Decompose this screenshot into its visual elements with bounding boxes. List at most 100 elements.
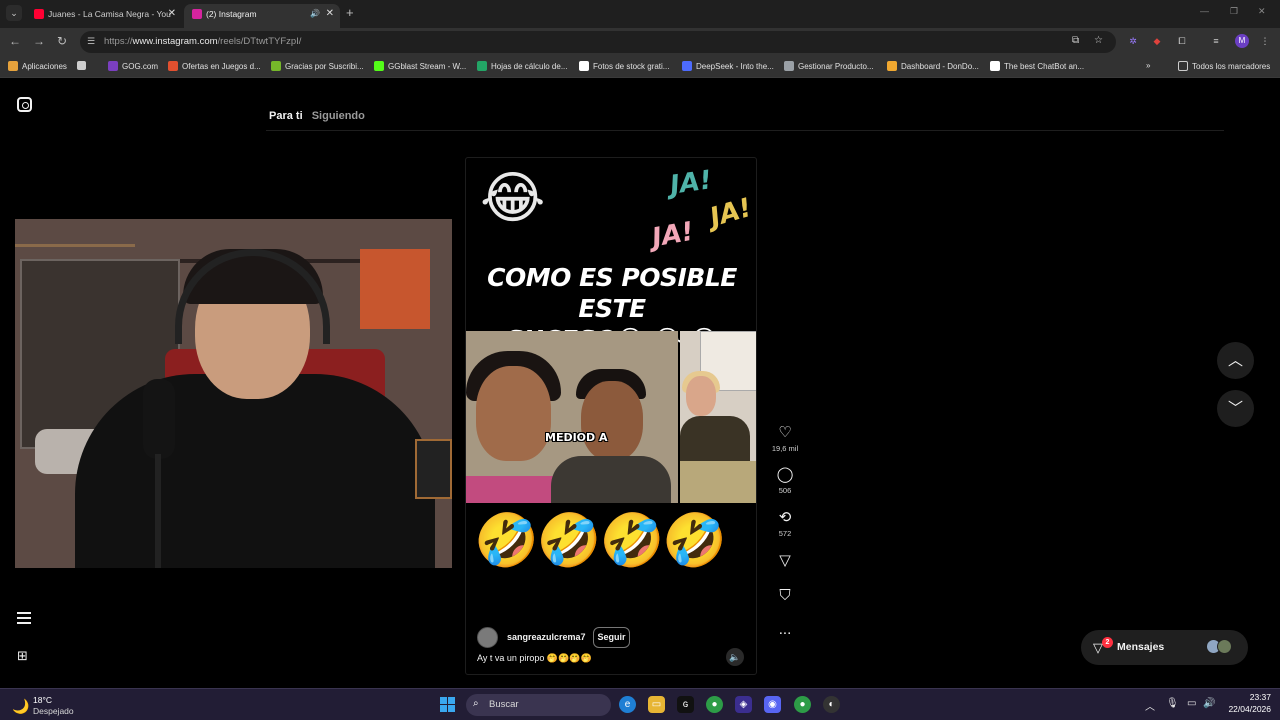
- previous-reel-button[interactable]: ︿: [1217, 342, 1254, 379]
- minimize-icon[interactable]: —: [1200, 6, 1209, 16]
- menu-kebab-icon[interactable]: ⋮: [1259, 35, 1271, 47]
- taskbar: 🌙 18°C Despejado ⌕ Buscar e ▭ ɢ ● ◈ ◉ ● …: [0, 688, 1280, 720]
- shelf: [15, 244, 135, 247]
- install-app-icon[interactable]: ⧉: [1072, 35, 1079, 46]
- obs-icon[interactable]: ◐: [823, 696, 840, 713]
- clock[interactable]: 23:37 22/04/2026: [1225, 692, 1271, 714]
- ja-word: JA!: [649, 216, 696, 254]
- also-from-meta-icon[interactable]: ⊞: [17, 648, 32, 663]
- messages-label: Mensajes: [1117, 641, 1165, 653]
- unread-badge: 2: [1102, 637, 1113, 648]
- bookmark-apps[interactable]: Aplicaciones: [8, 61, 67, 71]
- extensions-puzzle-icon[interactable]: ⧠: [1176, 35, 1188, 47]
- instagram-logo-icon[interactable]: [17, 97, 32, 112]
- address-bar[interactable]: ☰ https://www.instagram.com/reels/DTtwtT…: [80, 31, 1116, 53]
- repost-button[interactable]: ⟲ 572: [768, 509, 802, 538]
- divider: [266, 130, 1224, 131]
- discord-icon[interactable]: ◉: [764, 696, 781, 713]
- profile-avatar[interactable]: M: [1235, 34, 1249, 48]
- start-windows-icon[interactable]: [440, 697, 455, 712]
- edge-icon[interactable]: e: [619, 696, 636, 713]
- show-hidden-icons[interactable]: ︿: [1145, 698, 1155, 713]
- mute-icon[interactable]: 🔈: [726, 648, 744, 666]
- chatbot-icon: [990, 61, 1000, 71]
- bookmark-item[interactable]: GOG.com: [108, 61, 158, 71]
- file-explorer-icon[interactable]: ▭: [648, 696, 665, 713]
- bookmark-item[interactable]: Dashboard - DonDo...: [887, 61, 979, 71]
- bookmark-item[interactable]: Gestionar Producto...: [784, 61, 874, 71]
- back-icon[interactable]: ←: [9, 34, 21, 48]
- offers-icon: [168, 61, 178, 71]
- volume-icon[interactable]: 🔊: [1203, 698, 1215, 709]
- comment-icon: ◯: [776, 466, 794, 483]
- date: 22/04/2026: [1228, 704, 1271, 714]
- search-placeholder: Buscar: [489, 699, 519, 710]
- bookmark-item[interactable]: Ofertas en Juegos d...: [168, 61, 261, 71]
- comment-count: 506: [778, 486, 792, 495]
- tab-for-you[interactable]: Para ti: [269, 110, 303, 122]
- close-tab-icon[interactable]: ✕: [326, 4, 334, 24]
- toolbar: ← → ↻ ☰ https://www.instagram.com/reels/…: [0, 28, 1280, 56]
- chrome-icon[interactable]: ●: [706, 696, 723, 713]
- ja-word: JA!: [668, 165, 714, 201]
- boy-face: [581, 381, 643, 461]
- maximize-icon[interactable]: ❐: [1230, 6, 1238, 17]
- author-avatar[interactable]: [477, 627, 498, 648]
- forward-icon[interactable]: →: [33, 34, 45, 48]
- reel-description[interactable]: Ay t va un piropo 🤭🤭🤭🤭: [477, 653, 592, 664]
- apps-grid-icon: [8, 61, 18, 71]
- speaker-icon[interactable]: 🔊: [310, 4, 320, 24]
- like-button[interactable]: ♡ 19,6 mil: [768, 424, 802, 453]
- tab-instagram[interactable]: (2) Instagram 🔊 ✕: [184, 4, 340, 28]
- app-icon[interactable]: ◈: [735, 696, 752, 713]
- next-reel-button[interactable]: ﹀: [1217, 390, 1254, 427]
- site-info-icon[interactable]: ☰: [87, 36, 98, 47]
- tab-youtube[interactable]: Juanes - La Camisa Negra - You ✕: [26, 4, 182, 28]
- bookmark-item[interactable]: [77, 61, 90, 70]
- media-control-icon[interactable]: ≡: [1210, 35, 1222, 47]
- chrome-profile-icon[interactable]: ●: [794, 696, 811, 713]
- bookmark-item[interactable]: Gracias por Suscribi...: [271, 61, 364, 71]
- time: 23:37: [1249, 692, 1271, 702]
- microphone-icon[interactable]: 🎙: [1166, 698, 1179, 709]
- reel-video[interactable]: 😂 JA! JA! JA! COMO ES POSIBLE ESTE SUCES…: [465, 157, 757, 675]
- url-text[interactable]: https://www.instagram.com/reels/DTtwtTYF…: [104, 36, 301, 47]
- bookmark-item[interactable]: GGblast Stream - W...: [374, 61, 466, 71]
- manage-products-icon: [784, 61, 794, 71]
- bookmark-item[interactable]: Fotos de stock grati...: [579, 61, 669, 71]
- bookmark-star-icon[interactable]: ☆: [1094, 35, 1103, 46]
- extension-icon[interactable]: ✲: [1127, 35, 1139, 47]
- tab-strip: ⌄ Juanes - La Camisa Negra - You ✕ (2) I…: [0, 0, 1280, 28]
- comment-button[interactable]: ◯ 506: [768, 466, 802, 495]
- tab-following[interactable]: Siguiendo: [312, 110, 365, 122]
- app-icon[interactable]: ɢ: [677, 696, 694, 713]
- follow-button[interactable]: Seguir: [593, 627, 630, 648]
- more-bookmarks-icon[interactable]: »: [1146, 61, 1150, 70]
- laughing-emoji: 😂: [480, 166, 546, 229]
- more-options-button[interactable]: ...: [768, 621, 802, 639]
- share-button[interactable]: ▽: [768, 552, 802, 570]
- all-bookmarks-folder[interactable]: Todos los marcadores: [1178, 61, 1270, 71]
- display-icon[interactable]: ▭: [1187, 698, 1196, 709]
- grid-icon: [77, 61, 86, 70]
- bookmark-item[interactable]: The best ChatBot an...: [990, 61, 1084, 71]
- instagram-favicon-icon: [192, 9, 202, 19]
- rolling-laughing-emojis: 🤣🤣🤣🤣: [474, 512, 727, 570]
- reel-title-line: COMO ES POSIBLE ESTE: [487, 263, 737, 323]
- save-button[interactable]: ⛉: [768, 587, 802, 605]
- messages-button[interactable]: ▽ 2 Mensajes: [1081, 630, 1248, 665]
- tab-search-button[interactable]: ⌄: [6, 5, 22, 21]
- bookmark-item[interactable]: Hojas de cálculo de...: [477, 61, 568, 71]
- close-window-icon[interactable]: ✕: [1258, 6, 1266, 17]
- close-tab-icon[interactable]: ✕: [168, 4, 176, 24]
- bookmark-item[interactable]: DeepSeek - Into the...: [682, 61, 774, 71]
- heart-icon: ♡: [778, 424, 792, 441]
- new-tab-button[interactable]: +: [346, 5, 354, 20]
- reload-icon[interactable]: ↻: [57, 34, 67, 48]
- taskbar-search[interactable]: ⌕ Buscar: [466, 694, 611, 716]
- clip-left-scene: [466, 331, 678, 503]
- author-username[interactable]: sangreazulcrema7: [507, 632, 586, 642]
- more-menu-icon[interactable]: [17, 612, 31, 627]
- bookmark-icon: ⛉: [779, 587, 791, 604]
- extension-icon[interactable]: ◆: [1151, 35, 1163, 47]
